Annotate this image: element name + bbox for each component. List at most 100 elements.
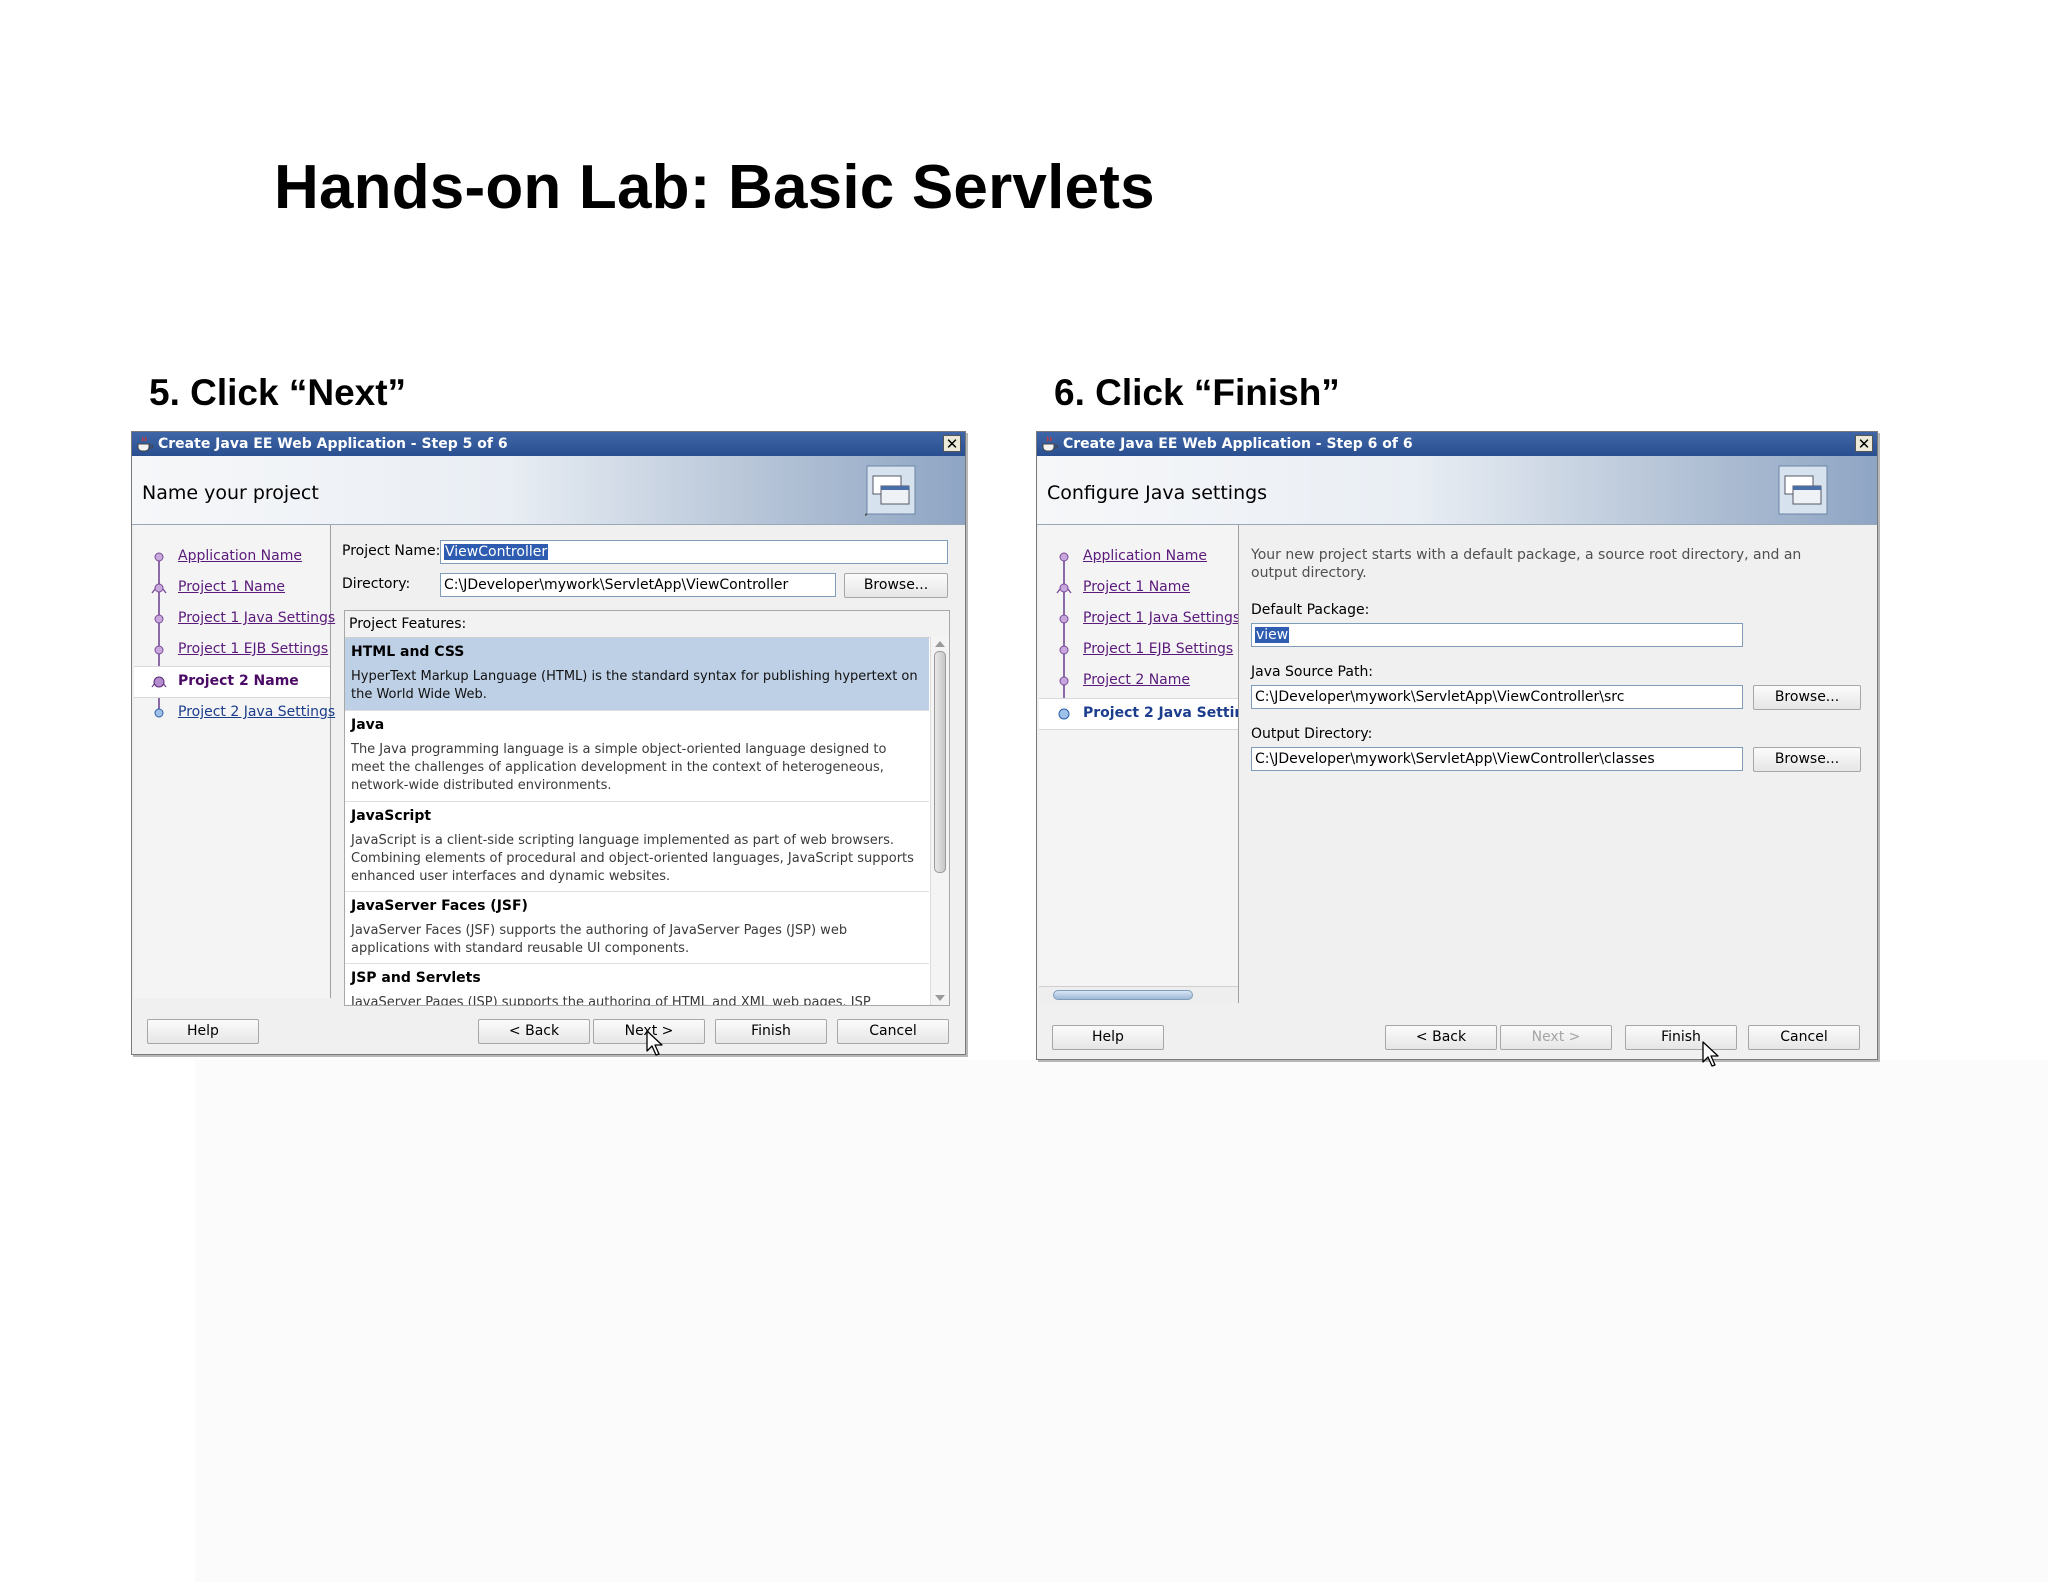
feature-java[interactable]: Java The Java programming language is a …	[345, 711, 929, 802]
wizard-header-title: Configure Java settings	[1047, 482, 1268, 504]
nav-step-project-2-name[interactable]: Project 2 Name	[1039, 666, 1238, 696]
feature-description: JavaServer Pages (JSP) supports the auth…	[351, 995, 871, 1006]
slide-title: Hands-on Lab: Basic Servlets	[274, 153, 1155, 222]
feature-description: The Java programming language is a simpl…	[351, 742, 887, 793]
nav-step-icon	[1059, 645, 1069, 655]
wizard-steps-nav: Application Name Project 1 Name Project …	[1039, 525, 1239, 1003]
feature-description: JavaServer Faces (JSF) supports the auth…	[351, 923, 848, 956]
nav-step-label[interactable]: Project 1 EJB Settings	[1083, 641, 1233, 657]
nav-step-project-2-java-settings[interactable]: Project 2 Java Settir	[1039, 698, 1238, 730]
nav-step-project-1-ejb-settings[interactable]: Project 1 EJB Settings	[134, 635, 330, 665]
nav-step-label[interactable]: Project 2 Name	[1083, 672, 1190, 688]
browse-button[interactable]: Browse...	[844, 573, 948, 598]
nav-step-icon	[1058, 708, 1070, 720]
directory-label: Directory:	[342, 576, 411, 592]
nav-step-label[interactable]: Project 1 Name	[178, 579, 285, 595]
features-scrollbar[interactable]	[930, 637, 949, 1005]
java-cup-icon	[137, 436, 153, 452]
dialog-step-5: Create Java EE Web Application - Step 5 …	[131, 431, 966, 1056]
feature-name: JavaServer Faces (JSF)	[351, 898, 528, 914]
nav-step-label[interactable]: Project 2 Name	[178, 673, 299, 689]
project-features-list[interactable]: Project Features: HTML and CSS HyperText…	[344, 610, 950, 1006]
feature-name: Java	[351, 717, 385, 733]
java-source-path-input[interactable]: C:\JDeveloper\mywork\ServletApp\ViewCont…	[1251, 685, 1743, 709]
nav-step-icon	[151, 676, 167, 688]
feature-name: JavaScript	[351, 808, 432, 824]
dialog-title-text: Create Java EE Web Application - Step 6 …	[1063, 436, 1413, 452]
scroll-down-icon[interactable]	[935, 995, 945, 1001]
nav-step-project-2-name[interactable]: Project 2 Name	[134, 666, 330, 698]
nav-step-application-name[interactable]: Application Name	[134, 542, 330, 572]
default-package-value: view	[1255, 627, 1290, 643]
default-package-label: Default Package:	[1251, 602, 1370, 618]
feature-html-css[interactable]: HTML and CSS HyperText Markup Language (…	[345, 638, 929, 711]
browse-source-button[interactable]: Browse...	[1753, 685, 1861, 710]
help-button[interactable]: Help	[1052, 1025, 1164, 1050]
next-button[interactable]: Next >	[1500, 1025, 1612, 1050]
project-name-input[interactable]: ViewController	[440, 540, 948, 564]
nav-step-label[interactable]: Application Name	[1083, 548, 1207, 564]
feature-description: HyperText Markup Language (HTML) is the …	[351, 669, 918, 702]
dialog-title-text: Create Java EE Web Application - Step 5 …	[158, 436, 508, 452]
nav-step-project-1-name[interactable]: Project 1 Name	[134, 573, 330, 603]
nav-step-label[interactable]: Project 1 Name	[1083, 579, 1190, 595]
step-5-caption: 5. Click “Next”	[149, 372, 407, 413]
directory-input[interactable]: C:\JDeveloper\mywork\ServletApp\ViewCont…	[440, 573, 836, 597]
nav-step-project-1-java-settings[interactable]: Project 1 Java Settings	[134, 604, 335, 634]
cancel-button[interactable]: Cancel	[837, 1019, 949, 1044]
back-button[interactable]: < Back	[478, 1019, 590, 1044]
output-directory-label: Output Directory:	[1251, 726, 1373, 742]
nav-step-label[interactable]: Application Name	[178, 548, 302, 564]
nav-step-icon	[154, 614, 164, 624]
wizard-header-icon	[865, 465, 916, 516]
scrollbar-thumb[interactable]	[1053, 990, 1193, 1000]
wizard-header-title: Name your project	[142, 482, 319, 504]
nav-step-icon	[1059, 614, 1069, 624]
dialog-title-bar[interactable]: Create Java EE Web Application - Step 5 …	[132, 432, 965, 456]
feature-javascript[interactable]: JavaScript JavaScript is a client-side s…	[345, 802, 929, 892]
output-directory-input[interactable]: C:\JDeveloper\mywork\ServletApp\ViewCont…	[1251, 747, 1743, 771]
nav-step-label[interactable]: Project 1 EJB Settings	[178, 641, 328, 657]
feature-jsf[interactable]: JavaServer Faces (JSF) JavaServer Faces …	[345, 892, 929, 964]
nav-step-label[interactable]: Project 1 Java Settings	[178, 610, 335, 626]
feature-name: JSP and Servlets	[351, 970, 481, 986]
nav-step-project-2-java-settings[interactable]: Project 2 Java Settings	[134, 698, 335, 728]
project-features-label: Project Features:	[345, 611, 949, 638]
help-button[interactable]: Help	[147, 1019, 259, 1044]
scroll-up-icon[interactable]	[935, 641, 945, 647]
nav-step-label[interactable]: Project 2 Java Settir	[1083, 705, 1238, 721]
close-icon[interactable]: ✕	[1855, 435, 1873, 452]
feature-description: JavaScript is a client-side scripting la…	[351, 833, 914, 884]
nav-step-label[interactable]: Project 2 Java Settings	[178, 704, 335, 720]
nav-step-icon	[154, 645, 164, 655]
cancel-button[interactable]: Cancel	[1748, 1025, 1860, 1050]
feature-name: HTML and CSS	[351, 644, 465, 660]
back-button[interactable]: < Back	[1385, 1025, 1497, 1050]
page-background	[195, 1060, 2048, 1582]
feature-jsp-servlets[interactable]: JSP and Servlets JavaServer Pages (JSP) …	[345, 964, 929, 1006]
java-source-path-label: Java Source Path:	[1251, 664, 1374, 680]
nav-step-project-1-ejb-settings[interactable]: Project 1 EJB Settings	[1039, 635, 1238, 665]
nav-step-label[interactable]: Project 1 Java Settings	[1083, 610, 1238, 626]
step-6-caption: 6. Click “Finish”	[1054, 372, 1340, 413]
finish-button[interactable]: Finish	[715, 1019, 827, 1044]
dialog-title-bar[interactable]: Create Java EE Web Application - Step 6 …	[1037, 432, 1877, 456]
nav-step-icon	[1059, 676, 1069, 686]
wizard-steps-nav: Application Name Project 1 Name Project …	[134, 525, 335, 998]
nav-step-icon	[151, 582, 167, 594]
scrollbar-thumb[interactable]	[934, 651, 946, 873]
mouse-cursor-icon	[646, 1030, 663, 1056]
nav-horizontal-scrollbar[interactable]	[1039, 986, 1238, 1003]
browse-output-button[interactable]: Browse...	[1753, 747, 1861, 772]
nav-step-project-1-name[interactable]: Project 1 Name	[1039, 573, 1238, 603]
close-icon[interactable]: ✕	[943, 435, 961, 452]
wizard-header-icon	[1778, 465, 1828, 515]
nav-step-icon	[1056, 582, 1072, 594]
wizard-header: Name your project	[132, 456, 965, 525]
nav-step-application-name[interactable]: Application Name	[1039, 542, 1238, 572]
project-name-value: ViewController	[444, 544, 549, 560]
intro-text: Your new project starts with a default p…	[1251, 547, 1802, 581]
nav-step-project-1-java-settings[interactable]: Project 1 Java Settings	[1039, 604, 1238, 634]
nav-step-icon	[1059, 552, 1069, 562]
default-package-input[interactable]: view	[1251, 623, 1743, 647]
